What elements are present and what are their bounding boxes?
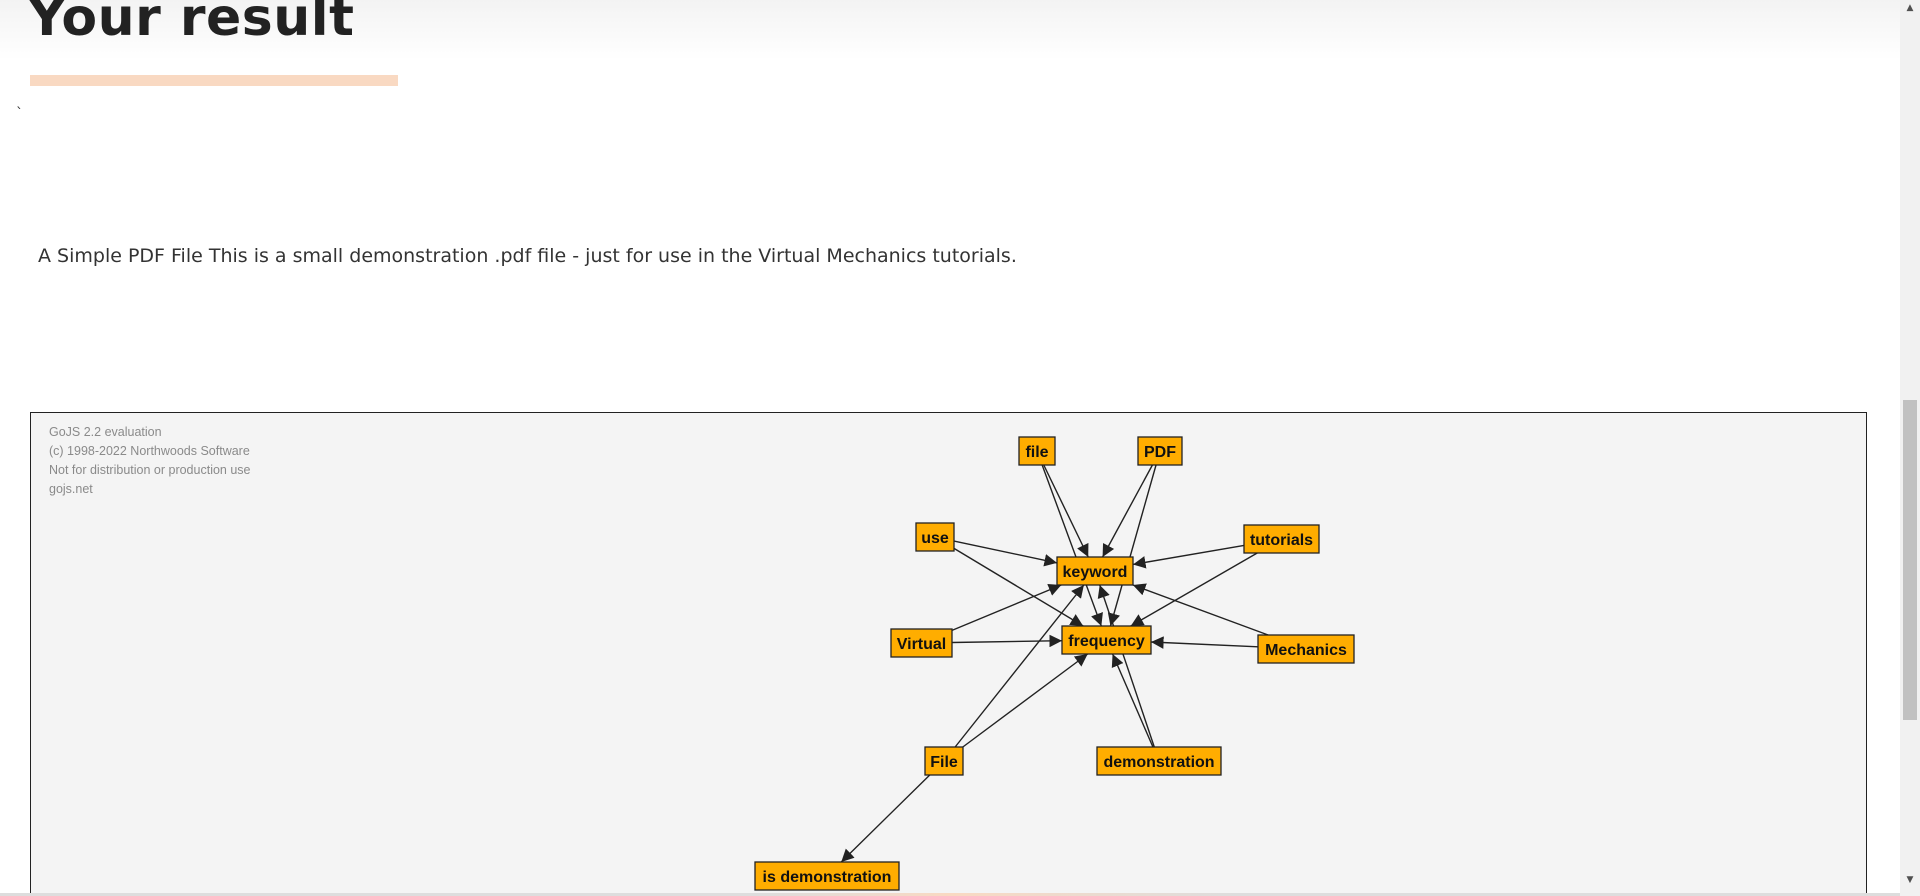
graph-edge [1107,464,1157,627]
graph-node[interactable]: keyword [1056,556,1134,586]
graph-edge [1043,464,1089,558]
graph-edge [953,540,1058,567]
graph-node-label: PDF [1144,444,1176,461]
result-text: A Simple PDF File This is a small demons… [38,245,1017,267]
graph-edge [1041,464,1103,627]
graph-edge [1132,544,1245,569]
graph-node-label: is demonstration [763,869,892,886]
scroll-down-icon[interactable]: ▼ [1900,872,1920,888]
graph-edge [1132,583,1269,636]
page-title: Your result [28,0,355,48]
graph-node-label: Mechanics [1265,642,1347,659]
graph-node-label: file [1025,444,1048,461]
scroll-thumb[interactable] [1903,400,1917,720]
graph-edge [951,584,1062,631]
graph-node[interactable]: frequency [1061,625,1152,655]
graph-edge [1097,584,1155,748]
graph-node[interactable]: Mechanics [1257,634,1355,664]
graph-node[interactable]: use [915,522,955,552]
stray-backtick: ` [16,106,23,122]
scroll-up-icon[interactable]: ▲ [1900,0,1920,16]
graph-node-label: use [921,530,949,547]
vertical-scrollbar[interactable]: ▲ ▼ [1900,0,1920,896]
graph-edge [954,584,1085,748]
graph-node[interactable]: PDF [1137,436,1183,466]
graph-edge [840,774,931,863]
graph-edge [1130,552,1258,627]
graph-node-label: File [930,754,958,771]
graph-node[interactable]: Virtual [890,628,953,658]
graph-node[interactable]: demonstration [1096,746,1222,776]
graph-node-label: frequency [1068,633,1145,650]
graph-node[interactable]: is demonstration [754,861,900,891]
graph-node-label: keyword [1063,564,1128,581]
graph-node-label: Virtual [897,636,947,653]
graph-edge [1101,464,1154,558]
graph-node[interactable]: tutorials [1243,524,1320,554]
graph-edge [1111,653,1154,748]
graph-edge [951,634,1063,648]
graph-node-label: demonstration [1103,754,1214,771]
graph-edge [1150,636,1259,649]
page: Your result ` A Simple PDF File This is … [0,0,1900,896]
graph-canvas: file PDF use tutorials keyword Virtual frequen… [754,436,1355,891]
keyword-graph-diagram[interactable]: GoJS 2.2 evaluation (c) 1998-2022 Northw… [30,412,1867,896]
graph-node[interactable]: file [1018,436,1056,466]
graph-node-label: tutorials [1250,532,1313,549]
graph-edge [962,653,1089,748]
graph-node[interactable]: File [924,746,964,776]
title-underline [30,75,398,86]
